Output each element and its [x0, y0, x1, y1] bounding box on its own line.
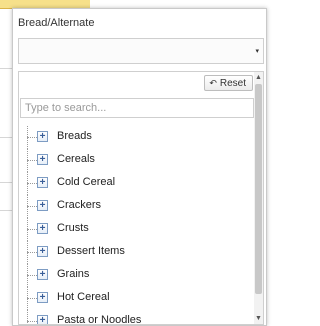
expand-plus-icon[interactable]: +	[37, 200, 48, 211]
expand-plus-icon[interactable]: +	[37, 292, 48, 303]
reset-button[interactable]: ↶ Reset	[204, 75, 253, 91]
tree-connector	[27, 229, 37, 230]
tree-item-label: Grains	[57, 268, 90, 280]
tree-item-crusts[interactable]: + Crusts	[23, 218, 253, 241]
undo-icon: ↶	[209, 77, 217, 88]
tree-item-hot-cereal[interactable]: + Hot Cereal	[23, 287, 253, 310]
dropdown-list: ↶ Reset + Breads + Cereals + Cold Cereal	[18, 71, 264, 325]
tree-item-label: Dessert Items	[57, 245, 125, 257]
tree-connector	[27, 252, 37, 253]
tree-connector	[27, 183, 37, 184]
expand-plus-icon[interactable]: +	[37, 177, 48, 188]
bread-alternate-panel: Bread/Alternate ▾ ↶ Reset + Breads + Cer…	[12, 8, 267, 326]
scroll-up-icon[interactable]: ▲	[255, 74, 262, 81]
tree-item-label: Pasta or Noodles	[57, 314, 142, 325]
tree-item-pasta-or-noodles[interactable]: + Pasta or Noodles	[23, 310, 253, 325]
expand-plus-icon[interactable]: +	[37, 269, 48, 280]
tree-item-label: Hot Cereal	[57, 291, 110, 303]
tree-item-cereals[interactable]: + Cereals	[23, 149, 253, 172]
tree-item-label: Cold Cereal	[57, 176, 116, 188]
tree-item-label: Crackers	[57, 199, 102, 211]
tree-connector	[27, 321, 37, 322]
scroll-down-icon[interactable]: ▼	[255, 315, 262, 322]
reset-button-label: Reset	[219, 77, 246, 89]
search-input[interactable]	[20, 98, 254, 118]
tree-connector	[27, 137, 37, 138]
tree-item-grains[interactable]: + Grains	[23, 264, 253, 287]
tree-item-breads[interactable]: + Breads	[23, 126, 253, 149]
tree-item-label: Breads	[57, 130, 92, 142]
tree-connector	[27, 275, 37, 276]
expand-plus-icon[interactable]: +	[37, 223, 48, 234]
tree-item-crackers[interactable]: + Crackers	[23, 195, 253, 218]
tree-connector	[27, 206, 37, 207]
dropdown-scrollbar[interactable]: ▲ ▼	[254, 72, 263, 324]
tree-connector	[27, 298, 37, 299]
tree-item-label: Crusts	[57, 222, 89, 234]
panel-title: Bread/Alternate	[18, 17, 95, 29]
tree-connector	[27, 160, 37, 161]
expand-plus-icon[interactable]: +	[37, 154, 48, 165]
bread-alternate-select[interactable]: ▾	[18, 38, 264, 64]
category-tree: + Breads + Cereals + Cold Cereal + Crack…	[23, 126, 253, 325]
expand-plus-icon[interactable]: +	[37, 246, 48, 257]
tree-connector	[27, 310, 28, 324]
scrollbar-thumb[interactable]	[255, 84, 262, 294]
tree-item-dessert-items[interactable]: + Dessert Items	[23, 241, 253, 264]
tree-item-label: Cereals	[57, 153, 95, 165]
tree-item-cold-cereal[interactable]: + Cold Cereal	[23, 172, 253, 195]
expand-plus-icon[interactable]: +	[37, 131, 48, 142]
chevron-down-icon[interactable]: ▾	[255, 47, 259, 55]
